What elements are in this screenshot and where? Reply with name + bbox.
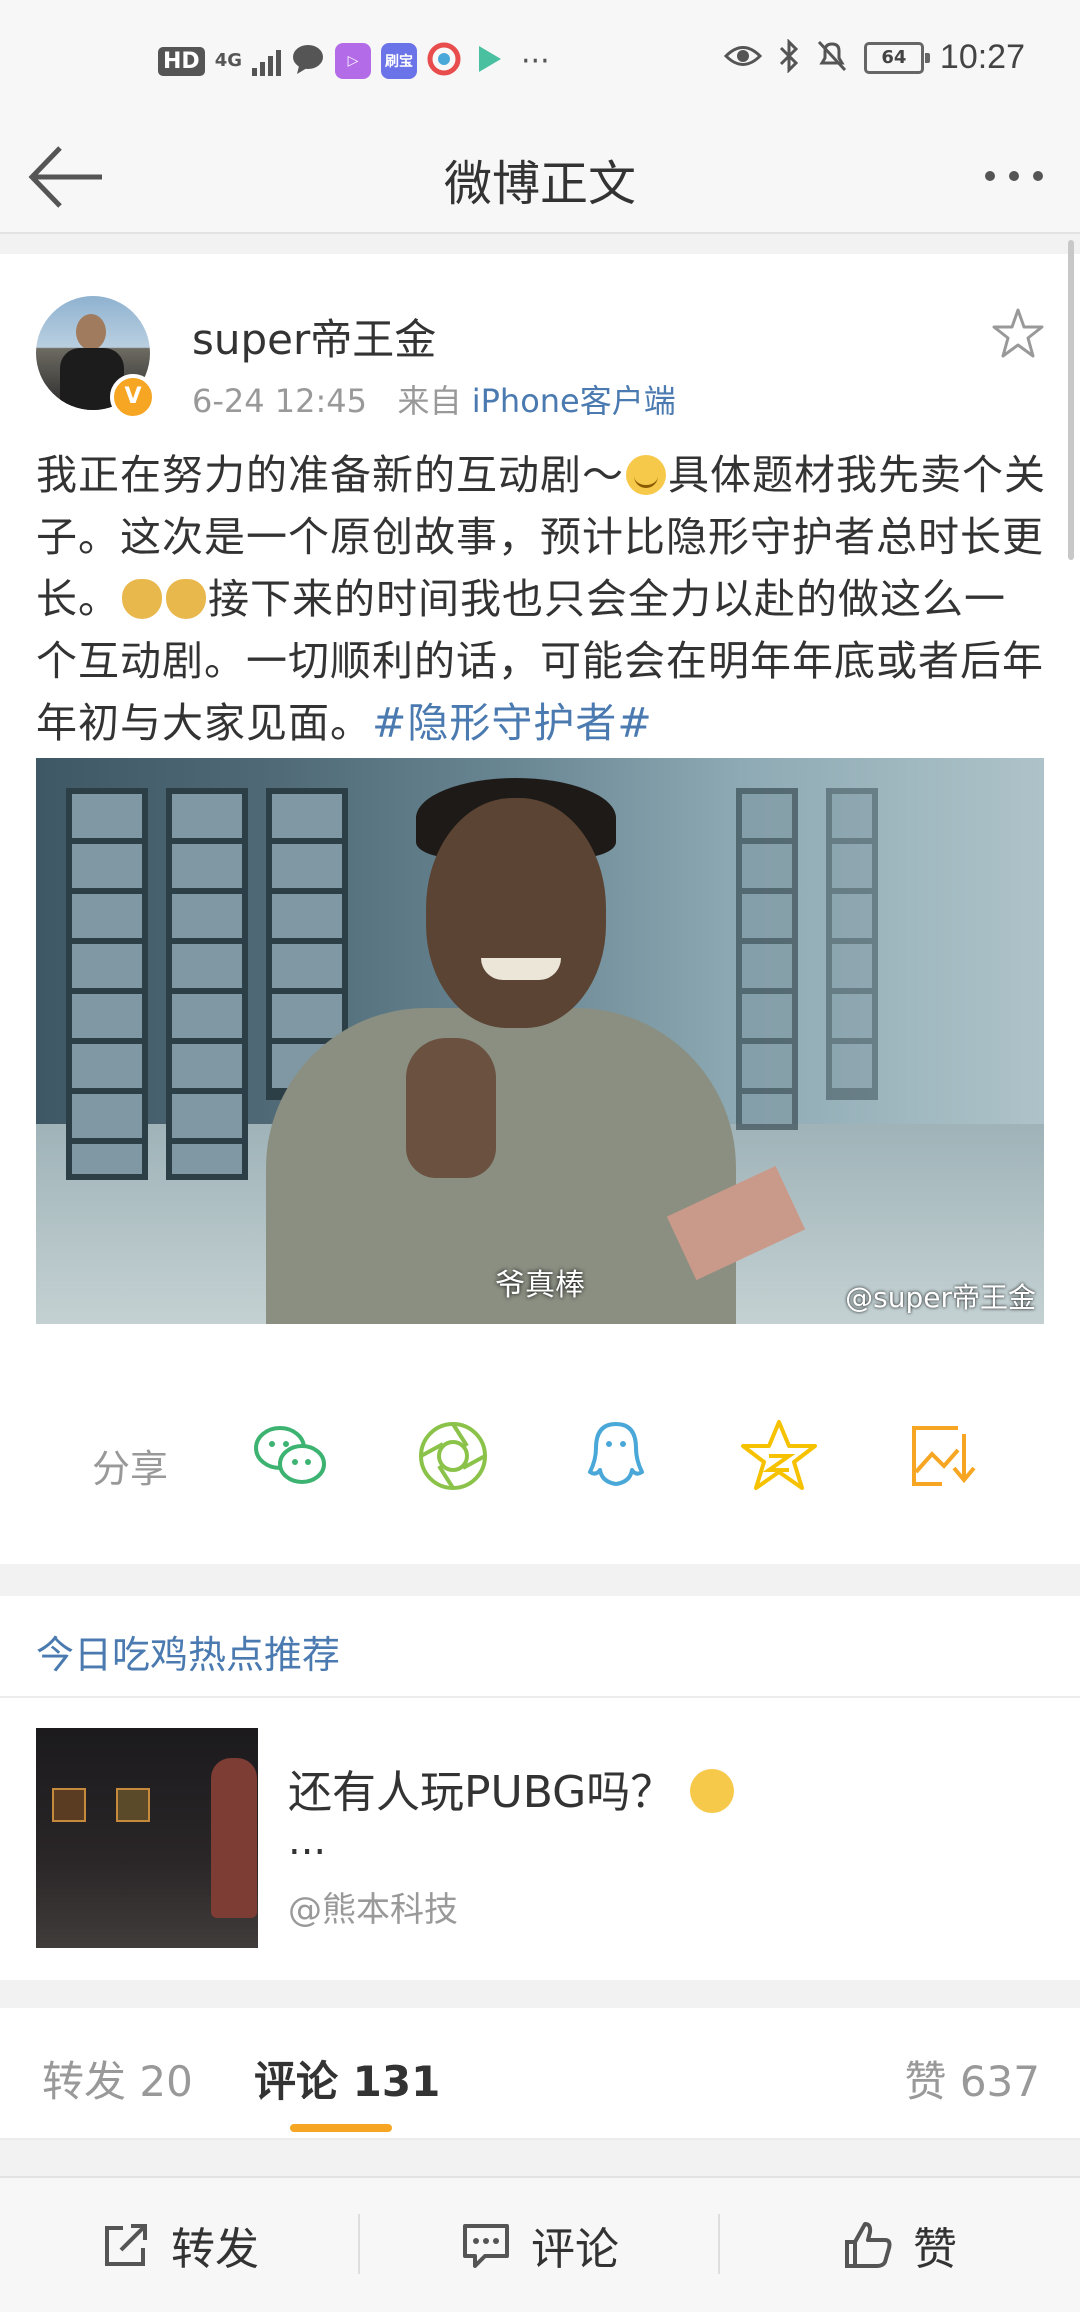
bottom-action-bar: 转发 评论 赞 — [0, 2176, 1080, 2312]
repost-button[interactable]: 转发 — [0, 2178, 358, 2312]
wechat-icon — [254, 1426, 326, 1484]
repost-label: 转发 — [171, 2224, 259, 2275]
save-image-button[interactable] — [902, 1416, 982, 1496]
like-label: 赞 — [913, 2224, 957, 2275]
recommend-headline[interactable]: 还有人玩PUBG吗？ — [288, 1756, 736, 1820]
post-text: 我正在努力的准备新的互动剧～ 具体题材我先卖个关子。这次是一个原创故事，预计比隐形… — [36, 444, 1046, 754]
save-image-icon — [912, 1426, 976, 1486]
post-meta: 6-24 12:45 来自 iPhone客户端 — [192, 376, 676, 422]
eye-icon — [723, 41, 763, 75]
moments-icon — [419, 1422, 487, 1490]
more-notifications: ··· — [521, 43, 550, 79]
shy-emoji-icon — [626, 455, 666, 495]
status-right: 64 10:27 — [723, 37, 1025, 77]
share-label: 分享 — [92, 1447, 169, 1491]
status-left: HD 4G ▷ 刷宝 ··· — [158, 42, 550, 80]
mute-bell-icon — [816, 39, 848, 77]
share-moments-button[interactable] — [413, 1416, 493, 1496]
thumbs-up-icon — [845, 2222, 892, 2268]
bluetooth-icon — [778, 37, 800, 77]
tab-comment[interactable]: 评论 131 — [254, 2048, 440, 2109]
share-qq-button[interactable] — [576, 1416, 656, 1496]
browser-icon — [427, 42, 461, 80]
recommend-author[interactable]: @熊本科技 — [288, 1882, 458, 1931]
hd-indicator: HD — [158, 46, 205, 76]
qq-icon — [588, 1422, 644, 1486]
doge-emoji-icon — [122, 579, 162, 619]
from-label: 来自 — [397, 382, 462, 420]
page-title: 微博正文 — [443, 156, 636, 212]
verified-badge: V — [110, 374, 156, 420]
battery-indicator: 64 — [863, 41, 930, 74]
shush-emoji-icon — [690, 1769, 735, 1813]
recommend-ellipsis: ... — [288, 1818, 327, 1864]
tab-repost[interactable]: 转发 20 — [42, 2048, 193, 2109]
recommend-title[interactable]: 今日吃鸡热点推荐 — [36, 1624, 340, 1679]
post-image[interactable]: 爷真棒 @super帝王金 — [36, 758, 1044, 1324]
share-icon — [105, 2224, 147, 2266]
play-icon — [471, 42, 505, 80]
comment-label: 评论 — [531, 2224, 619, 2275]
recommend-thumbnail[interactable] — [36, 1728, 258, 1948]
post-stats-tabs: 转发 20 评论 131 赞 637 — [0, 2008, 1080, 2140]
hashtag-link[interactable]: #隐形守护者# — [372, 699, 653, 747]
video-icon: ▷ — [335, 43, 371, 79]
like-button[interactable]: 赞 — [720, 2178, 1078, 2312]
active-tab-indicator — [290, 2124, 392, 2132]
qzone-icon — [741, 1420, 817, 1490]
scrollbar[interactable] — [1068, 240, 1074, 560]
signal-icon — [252, 46, 281, 76]
clock: 10:27 — [939, 38, 1025, 76]
post-source[interactable]: iPhone客户端 — [472, 382, 676, 420]
recommend-section: 今日吃鸡热点推荐 还有人玩PUBG吗？ ... @熊本科技 — [0, 1596, 1080, 1980]
nav-bar: 微博正文 — [0, 120, 1080, 234]
post-time: 6-24 12:45 — [192, 382, 368, 420]
status-bar: HD 4G ▷ 刷宝 ··· 64 10:27 — [0, 0, 1080, 120]
more-button[interactable] — [974, 146, 1054, 206]
star-icon — [992, 308, 1044, 358]
app-badge: 刷宝 — [381, 43, 417, 79]
comment-icon — [463, 2224, 509, 2268]
more-dots-icon — [985, 171, 995, 181]
post-text-part-1: 我正在努力的准备新的互动剧～ — [36, 451, 624, 499]
share-wechat-button[interactable] — [250, 1416, 330, 1496]
favorite-button[interactable] — [990, 306, 1046, 362]
share-qzone-button[interactable] — [739, 1416, 819, 1496]
image-watermark: @super帝王金 — [845, 1281, 1036, 1314]
message-icon — [291, 42, 325, 80]
tab-like[interactable]: 赞 637 — [904, 2048, 1040, 2109]
comment-button[interactable]: 评论 — [360, 2178, 718, 2312]
share-row: 分享 — [0, 1400, 1080, 1520]
network-type: 4G — [214, 50, 242, 71]
username[interactable]: super帝王金 — [192, 306, 436, 367]
doge-emoji-icon-2 — [166, 579, 206, 619]
divider — [0, 1696, 1080, 1698]
